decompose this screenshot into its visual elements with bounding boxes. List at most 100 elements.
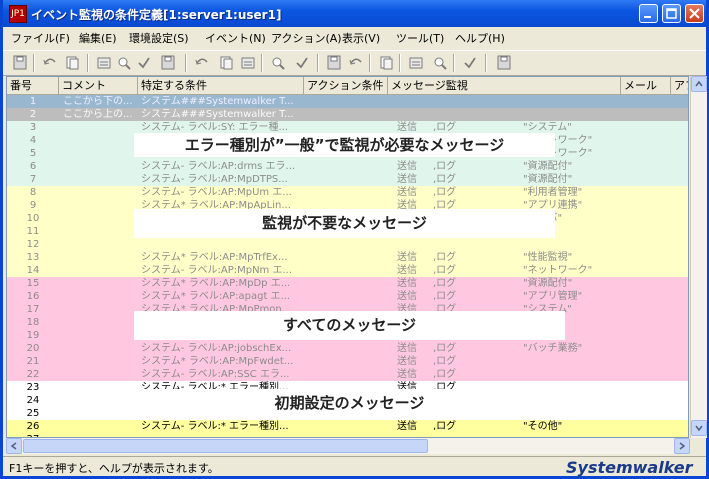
row-number: 14 xyxy=(26,265,40,276)
find-icon xyxy=(220,56,233,70)
check-button[interactable] xyxy=(325,54,343,71)
table-row[interactable]: 21 システム* ラベル:AP:MpFwdet... 送信 ,ログ xyxy=(7,355,688,368)
close-button[interactable] xyxy=(685,4,704,23)
check-all-button[interactable] xyxy=(347,54,365,71)
row-comment xyxy=(63,329,137,342)
row-comment: ここから下の... xyxy=(63,96,133,107)
move-up-button[interactable] xyxy=(269,54,287,71)
row-message-send: 送信 xyxy=(397,161,417,172)
row-message-log xyxy=(433,95,483,108)
toolbar-separator xyxy=(261,54,263,72)
row-condition: システム* ラベル:AP:MpTrfEx... xyxy=(141,252,288,263)
row-message-send: 送信 xyxy=(397,421,417,432)
copy-button[interactable] xyxy=(115,54,133,71)
menu-item[interactable]: ツール(T) xyxy=(396,30,444,46)
menu-item[interactable]: ファイル(F) xyxy=(11,30,70,46)
import-button[interactable] xyxy=(431,54,449,71)
exit-button[interactable] xyxy=(495,54,513,71)
table-row[interactable]: 1 ここから下の... システム###Systemwalker T... xyxy=(7,95,688,108)
row-number: 19 xyxy=(26,330,40,341)
scroll-down-button[interactable] xyxy=(691,420,707,436)
title-bar[interactable]: JP1 イベント監視の条件定義[1:server1:user1] xyxy=(3,0,706,27)
row-message-category: "バッチ業務" xyxy=(523,343,583,354)
horizontal-scroll-thumb[interactable] xyxy=(23,439,428,453)
table-row[interactable]: 13 システム* ラベル:AP:MpTrfEx... 送信 ,ログ "性能監視" xyxy=(7,251,688,264)
export-button[interactable] xyxy=(407,54,425,71)
table-row[interactable]: 14 システム- ラベル:AP:MpNm エ... 送信 ,ログ "ネットワーク" xyxy=(7,264,688,277)
row-message-log xyxy=(433,238,483,251)
cut-button[interactable] xyxy=(95,54,113,71)
condition-table[interactable]: 番号コメント特定する条件アクション条件メッセージ監視メールアプ 1 ここから下の.… xyxy=(6,76,689,438)
find-button[interactable] xyxy=(217,54,235,71)
column-header[interactable]: コメント xyxy=(59,77,138,94)
table-row[interactable]: 15 システム* ラベル:AP:MpDp エ... 送信 ,ログ "資源配付" xyxy=(7,277,688,290)
redo-button[interactable] xyxy=(63,54,81,71)
table-row[interactable]: 12 xyxy=(7,238,688,251)
row-condition: システム- ラベル:* エラー種別... xyxy=(141,421,289,432)
table-row[interactable]: 16 システム* ラベル:AP:apagt エ... 送信 ,ログ "アプリ管理" xyxy=(7,290,688,303)
table-row[interactable]: 20 システム- ラベル:AP:jobschEx... 送信 ,ログ "バッチ業務" xyxy=(7,342,688,355)
row-comment xyxy=(63,238,137,251)
toolbar-separator xyxy=(185,54,187,72)
undo-button[interactable] xyxy=(41,54,59,71)
row-message-send: 送信 xyxy=(397,291,417,302)
vertical-scrollbar[interactable] xyxy=(690,76,707,438)
paste-button[interactable] xyxy=(135,54,153,71)
app-window: JP1 イベント監視の条件定義[1:server1:user1] ファイル(F)… xyxy=(0,0,709,479)
column-header[interactable]: メール xyxy=(621,77,671,94)
move-down-button[interactable] xyxy=(293,54,311,71)
save-button[interactable] xyxy=(11,54,29,71)
column-header[interactable]: アクション条件 xyxy=(304,77,388,94)
toolbar-separator xyxy=(369,54,371,72)
maximize-button[interactable] xyxy=(662,4,681,23)
row-message-send: 送信 xyxy=(397,278,417,289)
menu-item[interactable]: 環境設定(S) xyxy=(129,30,189,46)
check-all-icon xyxy=(349,58,362,65)
row-number: 6 xyxy=(29,161,37,172)
column-header[interactable]: 番号 xyxy=(7,77,59,94)
cut-icon xyxy=(97,57,111,69)
row-comment xyxy=(63,173,137,186)
row-number: 7 xyxy=(29,174,37,185)
scroll-right-button[interactable] xyxy=(674,438,690,454)
scroll-left-button[interactable] xyxy=(6,438,22,454)
delete-button[interactable] xyxy=(239,54,257,71)
row-comment xyxy=(63,212,137,225)
scroll-up-button[interactable] xyxy=(691,76,707,92)
toolbar-separator xyxy=(317,54,319,72)
horizontal-scrollbar[interactable] xyxy=(6,438,690,454)
minimize-button[interactable] xyxy=(639,4,658,23)
add-icon xyxy=(195,58,208,65)
table-row[interactable]: 22 システム- ラベル:AP:SSC エラ... 送信 ,ログ xyxy=(7,368,688,381)
column-header[interactable]: メッセージ監視 xyxy=(388,77,621,94)
menu-item[interactable]: 表示(V) xyxy=(342,30,380,46)
calendar-button[interactable] xyxy=(461,54,479,71)
table-row[interactable]: 8 システム- ラベル:AP:MpUm エ... 送信 ,ログ "利用者管理" xyxy=(7,186,688,199)
row-number: 4 xyxy=(29,135,37,146)
menu-item[interactable]: ヘルプ(H) xyxy=(455,30,505,46)
table-row[interactable]: 2 ここから上の... システム###Systemwalker T... xyxy=(7,108,688,121)
move-up-icon xyxy=(272,57,285,70)
row-comment xyxy=(63,251,137,264)
menu-item[interactable]: イベント(N) xyxy=(205,30,266,46)
move-down-icon xyxy=(296,57,308,69)
table-row[interactable]: 6 システム- ラベル:AP:drms エラ... 送信 ,ログ "資源配付" xyxy=(7,160,688,173)
column-header[interactable]: アプ xyxy=(671,77,688,94)
menu-item[interactable]: アクション(A) xyxy=(271,30,342,46)
add-button[interactable] xyxy=(193,54,211,71)
row-message-log: ,ログ xyxy=(433,265,457,276)
row-message-category: "性能監視" xyxy=(523,252,573,263)
table-row[interactable]: 7 システム- ラベル:AP:MpDTPS... 送信 ,ログ "資源配付" xyxy=(7,173,688,186)
row-condition: システム- ラベル:AP:MpUm エ... xyxy=(141,187,292,198)
row-message-log: ,ログ xyxy=(433,187,457,198)
table-row[interactable]: 26 システム- ラベル:* エラー種別... 送信 ,ログ "その他" xyxy=(7,420,688,433)
banner-general-error: エラー種別が”一般”で監視が必要なメッセージ xyxy=(134,133,555,157)
row-number: 3 xyxy=(29,122,37,133)
menu-item[interactable]: 編集(E) xyxy=(79,30,117,46)
properties-button[interactable] xyxy=(377,54,395,71)
duplicate-button[interactable] xyxy=(159,54,177,71)
row-condition: システム- ラベル:AP:drms エラ... xyxy=(141,161,296,172)
row-message-log xyxy=(433,108,483,121)
column-header[interactable]: 特定する条件 xyxy=(138,77,304,94)
row-message-category: "アプリ管理" xyxy=(523,291,583,302)
